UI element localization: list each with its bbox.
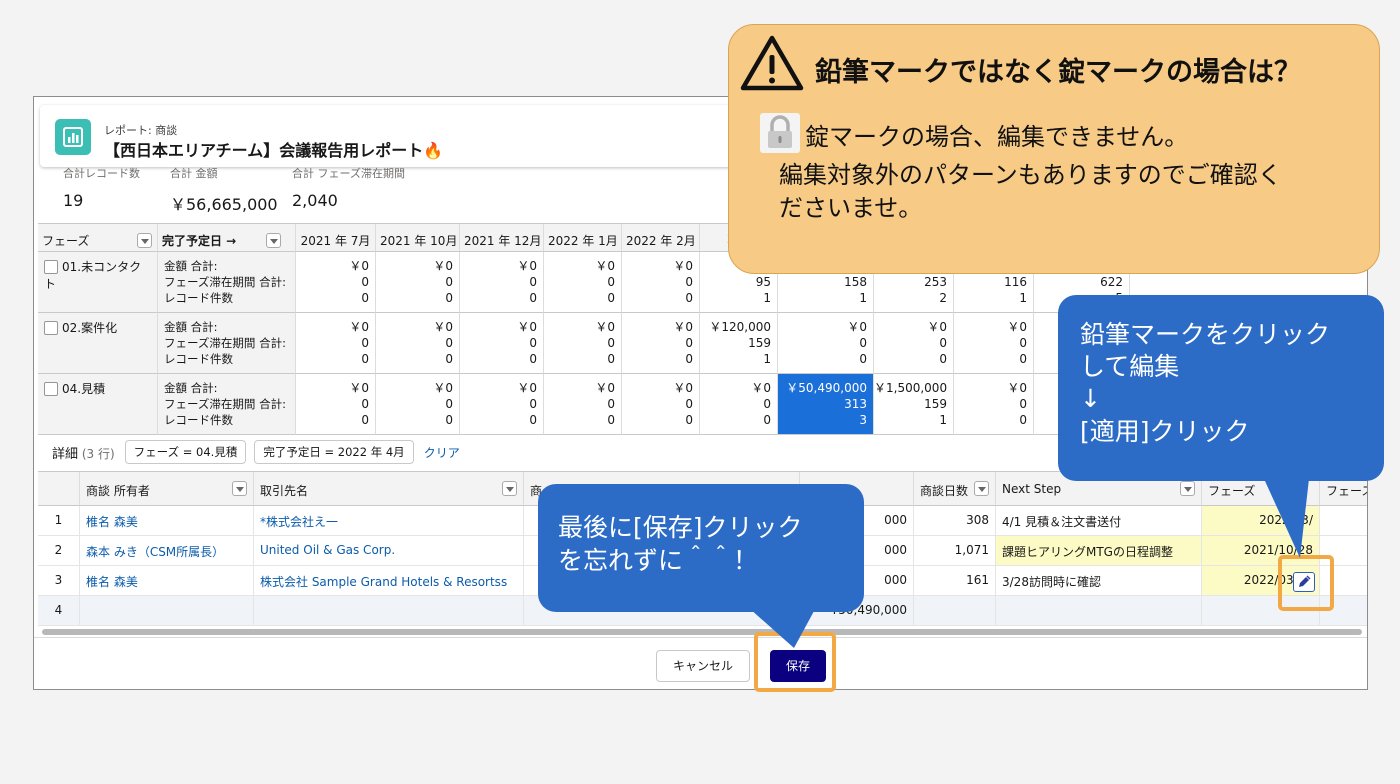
- detail-column-header[interactable]: 取引先名: [254, 472, 524, 506]
- horizontal-scrollbar[interactable]: [42, 629, 1362, 635]
- chevron-down-icon[interactable]: [232, 481, 247, 496]
- row-checkbox[interactable]: [44, 321, 58, 335]
- table-cell: 308: [914, 506, 996, 536]
- matrix-cell[interactable]: ￥0 0 0: [544, 313, 622, 374]
- warning-callout: 鉛筆マークではなく錠マークの場合は？ 錠マークの場合、編集できません。 編集対象…: [728, 24, 1380, 274]
- table-cell: 161: [914, 566, 996, 596]
- report-icon: [55, 119, 91, 155]
- table-cell[interactable]: United Oil & Gas Corp.: [254, 536, 524, 566]
- matrix-cell[interactable]: ￥0 0 0: [376, 252, 460, 313]
- matrix-row-label[interactable]: 04.見積: [38, 374, 158, 435]
- report-title: 【西日本エリアチーム】会議報告用レポート🔥: [104, 141, 444, 160]
- matrix-cell[interactable]: ￥0 0 0: [460, 374, 544, 435]
- matrix-cell[interactable]: ￥0 0 0: [622, 374, 700, 435]
- stat-record-count: 合計レコード数 19: [63, 167, 140, 210]
- row-number: 2: [38, 536, 80, 566]
- matrix-column-header: 2021 年 7月: [296, 224, 376, 252]
- chevron-down-icon[interactable]: [974, 481, 989, 496]
- stat-phase-duration: 合計 フェーズ滞在期間 2,040: [292, 167, 405, 210]
- table-cell: 課題ヒアリングMTGの日程調整: [996, 536, 1202, 566]
- pencil-callout-tail: [1260, 470, 1310, 558]
- report-subtitle: レポート: 商談: [104, 124, 178, 137]
- detail-column-header[interactable]: [38, 472, 80, 506]
- pencil-callout: 鉛筆マークをクリック して編集 ↓ [適用]クリック: [1058, 295, 1384, 481]
- table-cell: 4/1 見積＆注文書送付: [996, 506, 1202, 536]
- matrix-column-header: 2021 年 12月: [460, 224, 544, 252]
- matrix-column-header: 2021 年 10月: [376, 224, 460, 252]
- warning-line-1: 錠マークの場合、編集できません。: [805, 123, 1189, 151]
- chevron-down-icon[interactable]: [502, 481, 517, 496]
- matrix-cell[interactable]: ￥1,500,000 159 1: [874, 374, 954, 435]
- warning-line-3: ださいませ。: [779, 194, 923, 222]
- matrix-cell[interactable]: ￥50,490,000 313 3: [778, 374, 874, 435]
- matrix-cell[interactable]: ￥0 0 0: [460, 252, 544, 313]
- table-cell[interactable]: 椎名 森美: [80, 566, 254, 596]
- matrix-sub-labels: 金額 合計: フェーズ滞在期間 合計: レコード件数: [158, 252, 296, 313]
- table-cell: [254, 596, 524, 626]
- table-cell: 3/28訪問時に確認: [996, 566, 1202, 596]
- row-number: 1: [38, 506, 80, 536]
- matrix-cell[interactable]: ￥0 0 0: [778, 313, 874, 374]
- matrix-row-label[interactable]: 01.未コンタクト: [38, 252, 158, 313]
- chevron-down-icon[interactable]: [137, 233, 153, 248]
- matrix-cell[interactable]: ￥0 0 0: [622, 313, 700, 374]
- stat-amount: 合計 金額 ￥56,665,000: [170, 167, 278, 214]
- matrix-cell[interactable]: ￥0 0 0: [460, 313, 544, 374]
- warning-icon: [740, 35, 804, 91]
- table-cell: [80, 596, 254, 626]
- footer-bar: キャンセル 保存: [34, 637, 1367, 689]
- save-callout: 最後に[保存]クリック を忘れずに＾＾！: [538, 484, 864, 612]
- table-cell: [1320, 506, 1367, 536]
- warning-line-2: 編集対象外のパターンもありますのでご確認く: [779, 161, 1282, 189]
- matrix-cell[interactable]: ￥0 0 0: [376, 313, 460, 374]
- cancel-button[interactable]: キャンセル: [656, 650, 750, 682]
- matrix-cell[interactable]: ￥0 0 0: [622, 252, 700, 313]
- matrix-cell[interactable]: ￥0 0 0: [954, 313, 1034, 374]
- detail-label: 詳細 (3 行): [52, 446, 115, 462]
- matrix-cell[interactable]: ￥0 0 0: [544, 252, 622, 313]
- matrix-cell[interactable]: ￥0 0 0: [296, 374, 376, 435]
- filter-phase[interactable]: フェーズ = 04.見積: [124, 440, 247, 464]
- table-cell: [996, 596, 1202, 626]
- table-cell: [914, 596, 996, 626]
- matrix-row-label[interactable]: 02.案件化: [38, 313, 158, 374]
- matrix-column-header: 2022 年 1月: [544, 224, 622, 252]
- matrix-cell[interactable]: ￥0 0 0: [700, 374, 778, 435]
- detail-column-header[interactable]: 商談 所有者: [80, 472, 254, 506]
- matrix-cell[interactable]: ￥0 0 0: [376, 374, 460, 435]
- table-cell[interactable]: 椎名 森美: [80, 506, 254, 536]
- matrix-cell[interactable]: ￥0 0 0: [544, 374, 622, 435]
- table-cell[interactable]: 森本 みき（CSM所属長）: [80, 536, 254, 566]
- matrix-sub-labels: 金額 合計: フェーズ滞在期間 合計: レコード件数: [158, 313, 296, 374]
- detail-bar: 詳細 (3 行) フェーズ = 04.見積 完了予定日 = 2022 年 4月 …: [52, 439, 460, 465]
- detail-column-header[interactable]: 商談日数: [914, 472, 996, 506]
- row-checkbox[interactable]: [44, 382, 58, 396]
- filter-date[interactable]: 完了予定日 = 2022 年 4月: [254, 440, 414, 464]
- table-cell: 1,071: [914, 536, 996, 566]
- row-number: 3: [38, 566, 80, 596]
- matrix-cell[interactable]: ￥120,000 159 1: [700, 313, 778, 374]
- matrix-cell[interactable]: ￥0 0 0: [954, 374, 1034, 435]
- phase-header[interactable]: フェーズ: [38, 224, 158, 252]
- matrix-cell[interactable]: ￥0 0 0: [874, 313, 954, 374]
- matrix-cell[interactable]: ￥0 0 0: [296, 313, 376, 374]
- matrix-cell[interactable]: ￥0 0 0: [296, 252, 376, 313]
- table-cell[interactable]: 株式会社 Sample Grand Hotels & Resortss: [254, 566, 524, 596]
- chevron-down-icon[interactable]: [1180, 481, 1195, 496]
- lock-icon: [760, 113, 800, 153]
- clear-link[interactable]: クリア: [424, 444, 460, 461]
- warning-title: 鉛筆マークではなく錠マークの場合は？: [815, 57, 1301, 88]
- row-number: 4: [38, 596, 80, 626]
- matrix-sub-labels: 金額 合計: フェーズ滞在期間 合計: レコード件数: [158, 374, 296, 435]
- matrix-column-header: 2022 年 2月: [622, 224, 700, 252]
- date-header[interactable]: 完了予定日 →: [158, 224, 296, 252]
- row-checkbox[interactable]: [44, 260, 58, 274]
- chevron-down-icon[interactable]: [266, 233, 282, 248]
- table-cell[interactable]: *株式会社え一: [254, 506, 524, 536]
